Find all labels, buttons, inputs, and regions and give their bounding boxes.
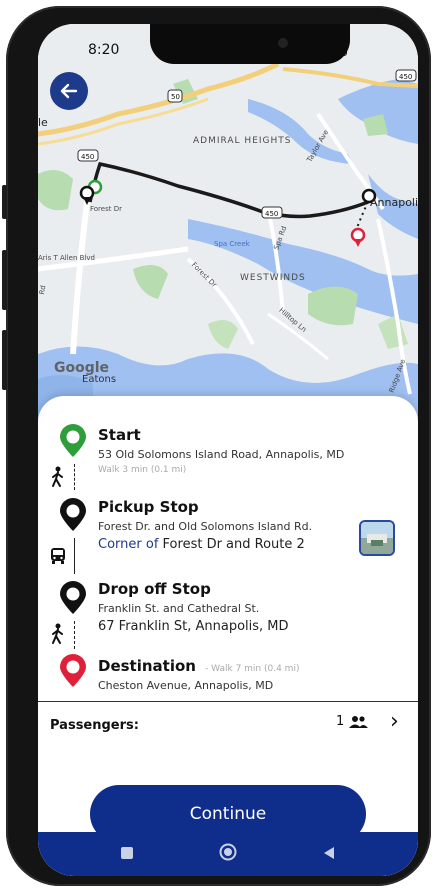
back-nav-icon[interactable]: [322, 845, 336, 864]
map-label-aris-t-allen: Aris T Allen Blvd: [38, 254, 95, 262]
start-pin-icon: [58, 424, 88, 462]
stop-photo-thumbnail[interactable]: [359, 520, 395, 556]
section-divider: [38, 701, 418, 702]
dropoff-address: Franklin St. and Cathedral St.: [98, 602, 260, 615]
pickup-corner: Corner of Forest Dr and Route 2: [98, 537, 312, 552]
route-shield-450-b: 450: [265, 210, 279, 218]
status-time: 8:20: [88, 42, 120, 58]
destination-title: Destination: [98, 657, 196, 675]
system-nav-bar: [38, 832, 418, 876]
map-view[interactable]: ADMIRAL HEIGHTS WESTWINDS Annapolis Fore…: [38, 24, 418, 424]
dropoff-title: Drop off Stop: [98, 580, 211, 598]
map-label-westwinds: WESTWINDS: [240, 273, 306, 283]
dropoff-street: 67 Franklin St, Annapolis, MD: [98, 619, 289, 634]
destination-walk-time: - Walk 7 min (0.4 mi): [205, 664, 300, 674]
map-label-forest-dr: Forest Dr: [90, 205, 122, 213]
pickup-stop: Pickup Stop Forest Dr. and Old Solomons …: [98, 498, 312, 552]
walk-connector-2: [74, 621, 75, 649]
dropoff-pin-icon: [58, 581, 88, 619]
dropoff-stop: Drop off Stop Franklin St. and Cathedral…: [98, 580, 289, 634]
front-camera: [278, 38, 288, 48]
people-icon: [349, 715, 369, 728]
pickup-pin-icon: [58, 498, 88, 536]
back-button[interactable]: [50, 72, 88, 110]
map-label-eatons: Eatons: [82, 374, 117, 385]
chevron-right-icon[interactable]: ›: [390, 709, 399, 734]
walk-connector: [74, 464, 75, 490]
start-title: Start: [98, 426, 141, 444]
pickup-address: Forest Dr. and Old Solomons Island Rd.: [98, 520, 313, 533]
start-stop: Start 53 Old Solomons Island Road, Annap…: [98, 426, 344, 475]
start-address: 53 Old Solomons Island Road, Annapolis, …: [98, 448, 345, 461]
camera-notch: [150, 24, 350, 64]
map-label-annapolis: Annapolis: [370, 196, 418, 209]
pickup-corner-streets: Forest Dr and Route 2: [158, 537, 305, 552]
passengers-selector[interactable]: 1: [336, 714, 369, 729]
route-shield-450-a: 450: [81, 153, 95, 161]
start-walk-time: Walk 3 min (0.1 mi): [98, 465, 187, 475]
route-shield-50: 50: [171, 93, 180, 101]
recent-apps-icon[interactable]: [120, 845, 134, 864]
map-label-partial: le: [38, 116, 48, 129]
pickup-corner-prefix: Corner of: [98, 537, 159, 552]
trip-details-sheet: Start 53 Old Solomons Island Road, Annap…: [38, 396, 418, 876]
ride-connector: [74, 538, 75, 574]
volume-down-button: [2, 250, 7, 310]
destination-stop: Destination - Walk 7 min (0.4 mi) Chesto…: [98, 656, 299, 692]
power-button: [2, 330, 7, 390]
map-label-admiral-heights: ADMIRAL HEIGHTS: [193, 136, 292, 146]
destination-address: Cheston Avenue, Annapolis, MD: [98, 679, 274, 692]
home-icon[interactable]: [219, 843, 237, 865]
volume-up-button: [2, 185, 7, 219]
map-label-spa-creek: Spa Creek: [214, 240, 250, 248]
pickup-title: Pickup Stop: [98, 498, 199, 516]
arrow-left-icon: [60, 83, 78, 99]
route-shield-450-c: 450: [399, 73, 413, 81]
passengers-label: Passengers:: [50, 718, 139, 733]
map-label-rd: Rd: [38, 284, 48, 296]
walking-person-icon: [50, 466, 66, 492]
phone-screen: ADMIRAL HEIGHTS WESTWINDS Annapolis Fore…: [38, 24, 418, 876]
destination-heading: Destination - Walk 7 min (0.4 mi): [98, 656, 299, 675]
walking-person-icon-2: [50, 623, 66, 649]
bus-icon: [50, 547, 66, 569]
passengers-count: 1: [336, 714, 345, 729]
destination-pin-icon: [58, 654, 88, 692]
